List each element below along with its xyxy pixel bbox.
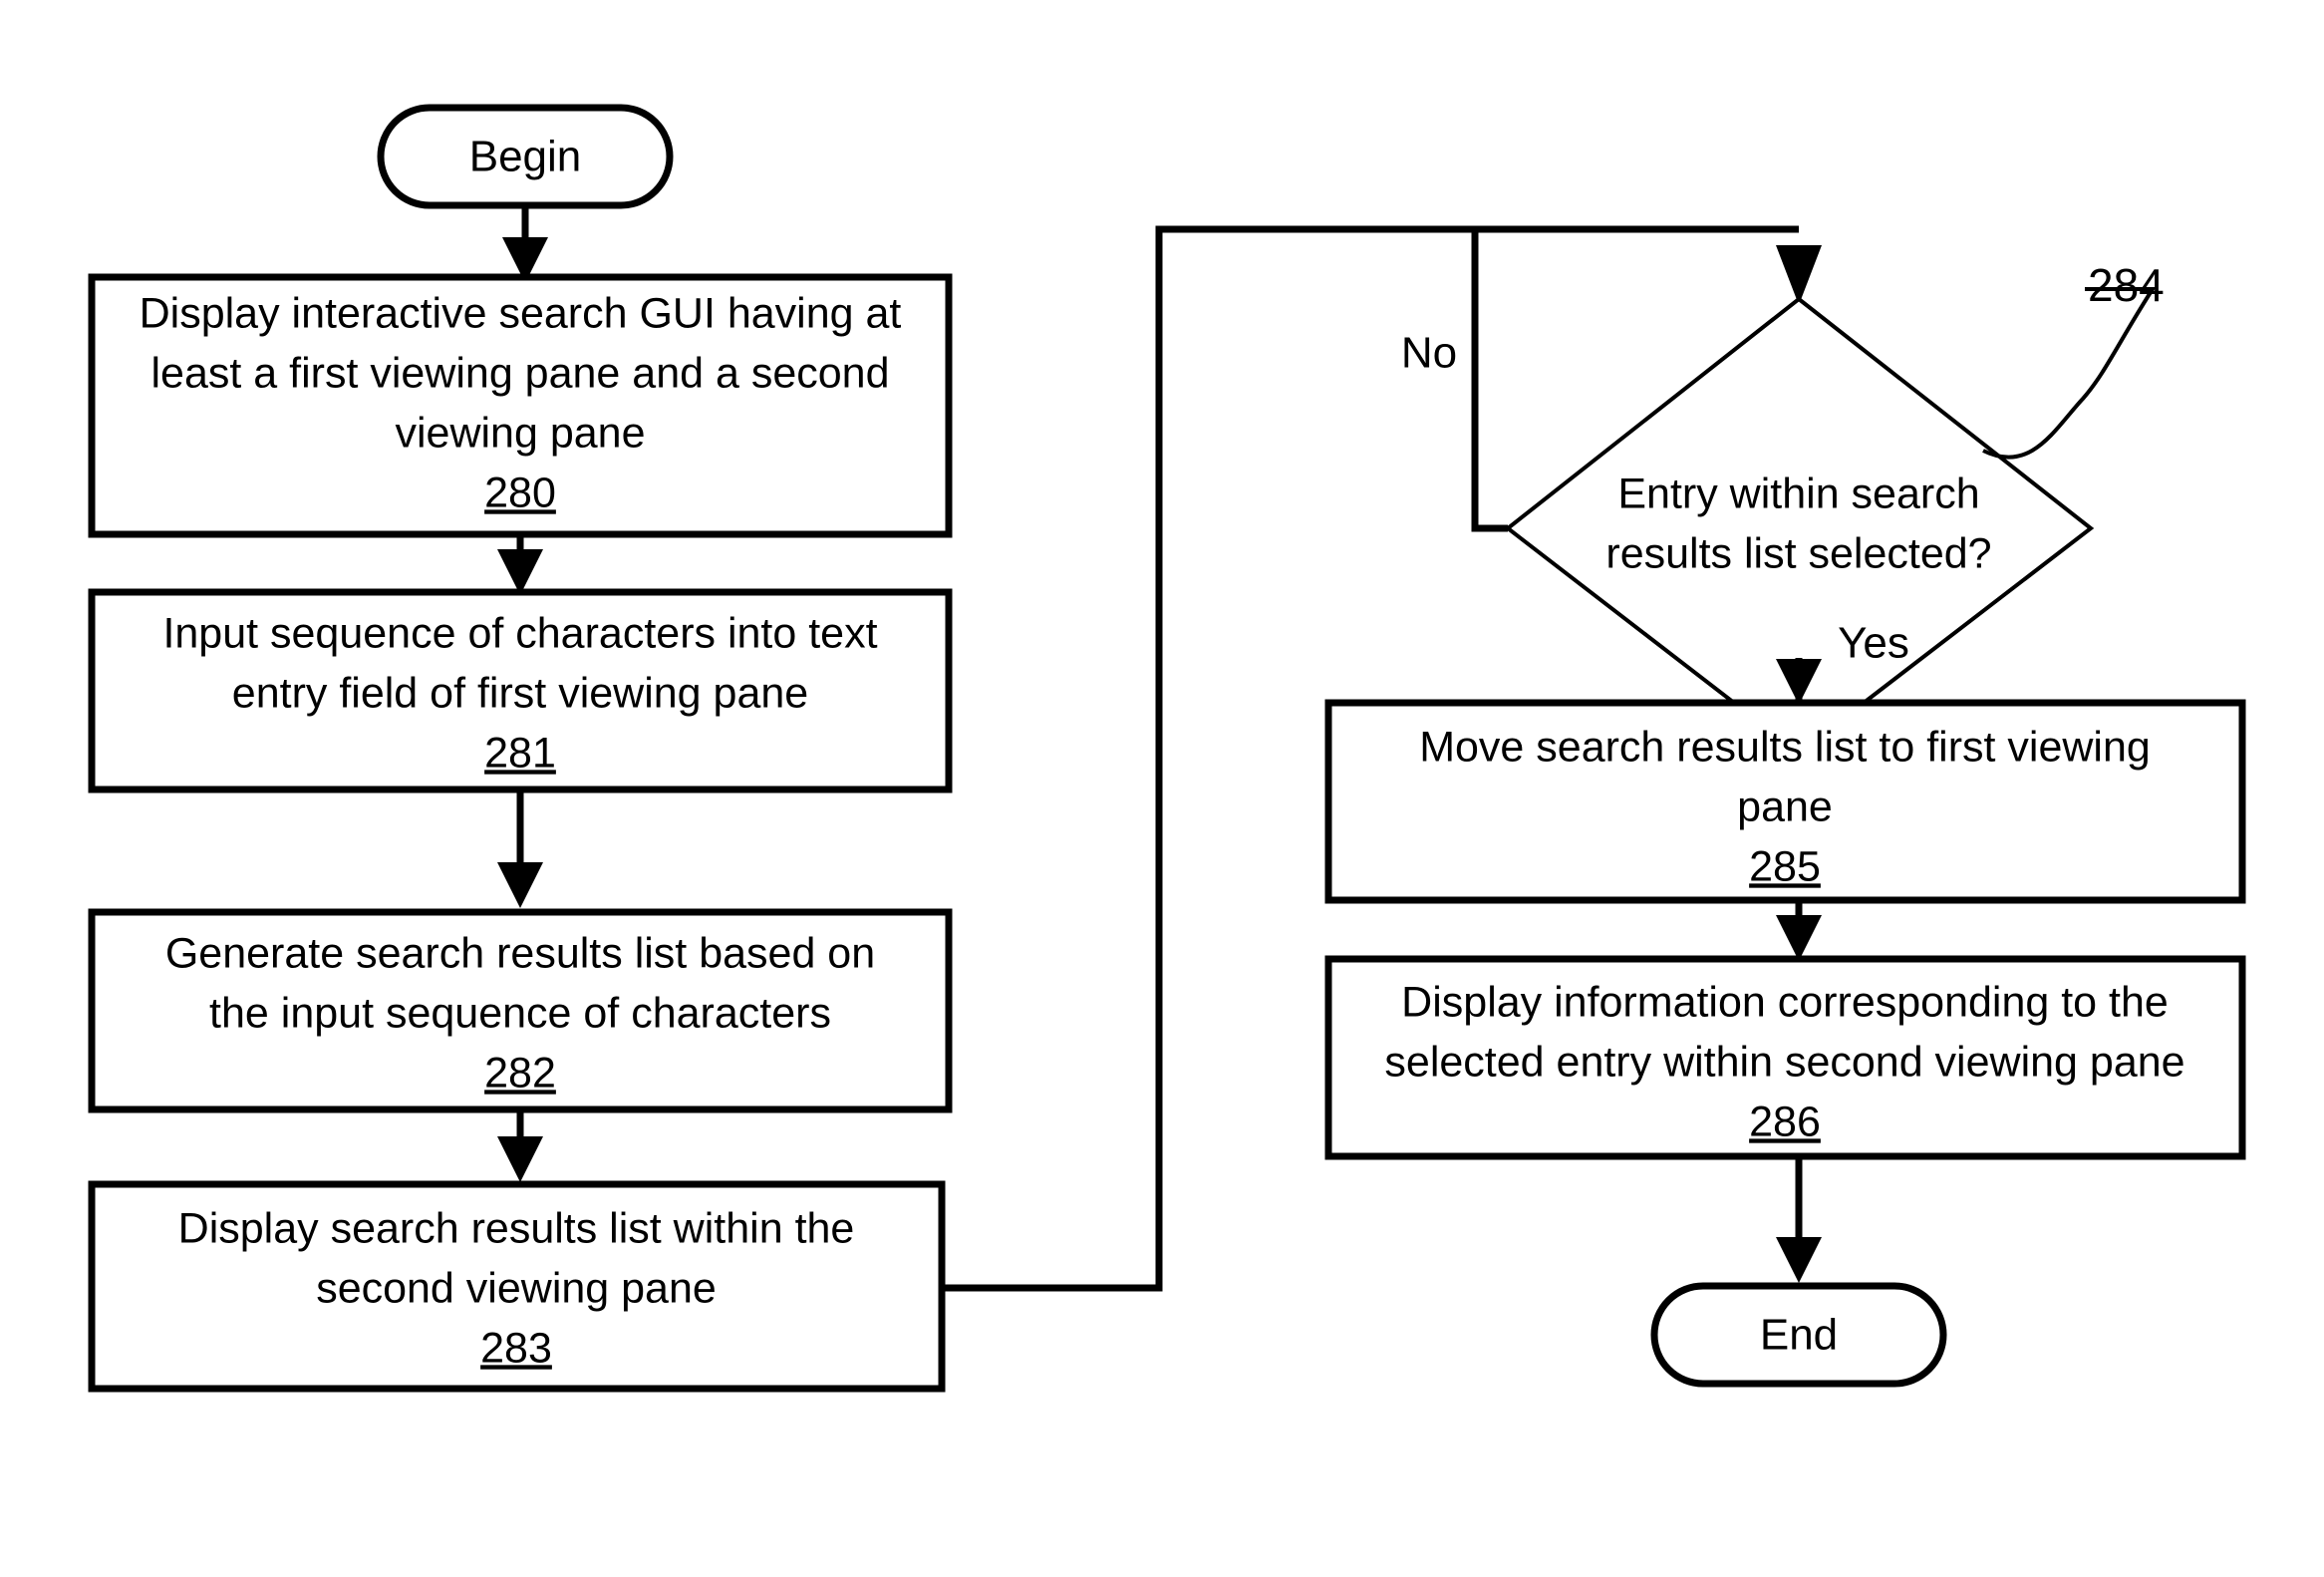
- callout-284: 284: [1982, 259, 2165, 460]
- step-283-line2: second viewing pane: [316, 1264, 717, 1312]
- node-step-286: Display information corresponding to the…: [1324, 955, 2246, 1160]
- step-285-line1: Move search results list to first viewin…: [1419, 723, 2151, 771]
- end-label: End: [1760, 1311, 1838, 1360]
- connector-begin-to-280: [502, 205, 548, 283]
- step-281-line2: entry field of first viewing pane: [232, 669, 808, 717]
- begin-label: Begin: [469, 133, 582, 181]
- connector-282-to-283: [497, 1109, 543, 1182]
- step-283-ref: 283: [480, 1324, 552, 1372]
- arrowhead-down-icon: [497, 862, 543, 908]
- arrowhead-down-icon: [1776, 1237, 1822, 1283]
- step-280-line2: least a first viewing pane and a second: [150, 349, 889, 397]
- step-282-line1: Generate search results list based on: [165, 929, 875, 977]
- step-286-line1: Display information corresponding to the: [1401, 978, 2169, 1026]
- connector-281-to-282: [497, 789, 543, 908]
- decision-284-line1: Entry within search: [1617, 470, 1979, 517]
- decision-284-line2: results list selected?: [1605, 529, 1991, 577]
- step-285-ref: 285: [1749, 842, 1821, 890]
- step-281-ref: 281: [484, 729, 556, 777]
- arrowhead-down-icon: [1776, 245, 1822, 305]
- arrowhead-down-icon: [497, 1136, 543, 1182]
- step-286-ref: 286: [1749, 1098, 1821, 1145]
- node-step-281: Input sequence of characters into text e…: [88, 588, 953, 793]
- flowchart-canvas: Begin Display interactive search GUI hav…: [0, 0, 2324, 1577]
- node-step-280: Display interactive search GUI having at…: [88, 273, 953, 538]
- branch-yes-label: Yes: [1838, 619, 1909, 668]
- node-begin: Begin: [377, 104, 674, 209]
- step-280-line1: Display interactive search GUI having at: [140, 289, 902, 337]
- step-285-line2: pane: [1737, 783, 1833, 830]
- step-280-ref: 280: [484, 469, 556, 516]
- arrowhead-down-icon: [497, 549, 543, 595]
- node-step-285: Move search results list to first viewin…: [1324, 699, 2246, 904]
- node-step-283: Display search results list within the s…: [88, 1180, 946, 1393]
- connector-285-to-286: [1776, 900, 1822, 961]
- branch-no: No: [1401, 229, 1508, 532]
- flowchart-svg: Begin Display interactive search GUI hav…: [88, 104, 2246, 1393]
- connector-286-to-end: [1776, 1156, 1822, 1283]
- step-280-line3: viewing pane: [395, 409, 645, 457]
- step-282-line2: the input sequence of characters: [209, 989, 831, 1037]
- arrowhead-down-icon: [1776, 915, 1822, 961]
- node-step-282: Generate search results list based on th…: [88, 908, 953, 1113]
- step-283-line1: Display search results list within the: [178, 1204, 855, 1252]
- branch-no-label: No: [1401, 329, 1457, 378]
- step-282-ref: 282: [484, 1049, 556, 1097]
- step-286-line2: selected entry within second viewing pan…: [1384, 1038, 2184, 1086]
- callout-284-ref: 284: [2088, 259, 2165, 311]
- node-end: End: [1650, 1282, 1947, 1388]
- connector-280-to-281: [497, 534, 543, 595]
- step-281-line1: Input sequence of characters into text: [162, 609, 877, 657]
